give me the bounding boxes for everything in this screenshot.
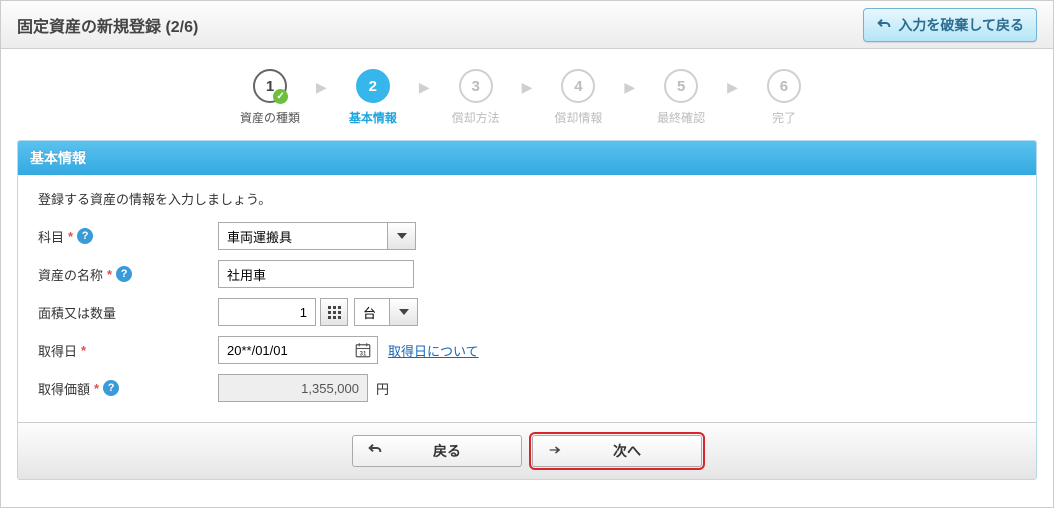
panel-header: 基本情報: [18, 141, 1036, 175]
panel-body: 登録する資産の情報を入力しましょう。 科目 * ? 車両運搬具 資産の名称 * …: [18, 175, 1036, 422]
step-separator: ▶: [624, 79, 635, 96]
label-category: 科目 * ?: [38, 227, 218, 246]
step-label: 償却情報: [554, 109, 602, 126]
label-asset-name: 資産の名称 * ?: [38, 265, 218, 284]
row-acquisition-date: 取得日 * 31 取得日について: [38, 336, 1016, 364]
about-acquisition-date-link[interactable]: 取得日について: [388, 341, 479, 360]
step-circle: 4: [561, 69, 595, 103]
step-3: 3 償却方法: [444, 69, 508, 126]
step-label: 基本情報: [349, 109, 397, 126]
unit-select[interactable]: 台: [354, 298, 390, 326]
step-label: 資産の種類: [240, 109, 300, 126]
discard-label: 入力を破棄して戻る: [898, 15, 1024, 35]
page-title: 固定資産の新規登録 (2/6): [17, 13, 198, 37]
calculator-icon: [328, 306, 341, 319]
required-mark: *: [81, 343, 86, 358]
asset-name-input[interactable]: [218, 260, 414, 288]
step-separator: ▶: [419, 79, 430, 96]
step-label: 償却方法: [452, 109, 500, 126]
chevron-down-icon: [397, 233, 407, 239]
step-circle: 1✓: [253, 69, 287, 103]
return-icon: [876, 17, 892, 33]
row-quantity: 面積又は数量 台: [38, 298, 1016, 326]
step-2: 2 基本情報: [341, 69, 405, 126]
step-circle: 6: [767, 69, 801, 103]
step-5: 5 最終確認: [649, 69, 713, 126]
calendar-icon[interactable]: 31: [354, 341, 372, 359]
label-acquisition-date: 取得日 *: [38, 341, 218, 360]
check-icon: ✓: [273, 89, 288, 104]
return-icon: [365, 442, 385, 461]
step-separator: ▶: [727, 79, 738, 96]
step-circle: 5: [664, 69, 698, 103]
label-quantity: 面積又は数量: [38, 303, 218, 322]
step-label: 最終確認: [657, 109, 705, 126]
arrow-right-icon: [545, 442, 565, 461]
step-4: 4 償却情報: [546, 69, 610, 126]
unit-dropdown-button[interactable]: [390, 298, 418, 326]
price-unit: 円: [376, 379, 389, 398]
help-icon[interactable]: ?: [116, 266, 132, 282]
step-1: 1✓ 資産の種類: [238, 69, 302, 126]
required-mark: *: [107, 267, 112, 282]
required-mark: *: [94, 381, 99, 396]
footer-bar: 戻る 次へ: [18, 422, 1036, 479]
panel-basic-info: 基本情報 登録する資産の情報を入力しましょう。 科目 * ? 車両運搬具 資産の…: [17, 140, 1037, 480]
chevron-down-icon: [399, 309, 409, 315]
step-6: 6 完了: [752, 69, 816, 126]
discard-button[interactable]: 入力を破棄して戻る: [863, 8, 1037, 42]
row-category: 科目 * ? 車両運搬具: [38, 222, 1016, 250]
help-icon[interactable]: ?: [77, 228, 93, 244]
step-circle: 2: [356, 69, 390, 103]
quantity-input[interactable]: [218, 298, 316, 326]
step-label: 完了: [772, 109, 796, 126]
step-circle: 3: [459, 69, 493, 103]
svg-text:31: 31: [360, 351, 367, 357]
next-button[interactable]: 次へ: [532, 435, 702, 467]
category-select[interactable]: 車両運搬具: [218, 222, 388, 250]
category-dropdown-button[interactable]: [388, 222, 416, 250]
help-icon[interactable]: ?: [103, 380, 119, 396]
label-acquisition-price: 取得価額 * ?: [38, 379, 218, 398]
step-separator: ▶: [522, 79, 533, 96]
top-bar: 固定資産の新規登録 (2/6) 入力を破棄して戻る: [1, 1, 1053, 49]
required-mark: *: [68, 229, 73, 244]
acquisition-price-input[interactable]: [218, 374, 368, 402]
step-separator: ▶: [316, 79, 327, 96]
panel-intro: 登録する資産の情報を入力しましょう。: [38, 189, 1016, 208]
back-button[interactable]: 戻る: [352, 435, 522, 467]
calculator-button[interactable]: [320, 298, 348, 326]
row-acquisition-price: 取得価額 * ? 円: [38, 374, 1016, 402]
stepper: 1✓ 資産の種類 ▶ 2 基本情報 ▶ 3 償却方法 ▶ 4 償却情報 ▶ 5 最終確認 ▶ 6 完了: [1, 49, 1053, 140]
row-asset-name: 資産の名称 * ?: [38, 260, 1016, 288]
